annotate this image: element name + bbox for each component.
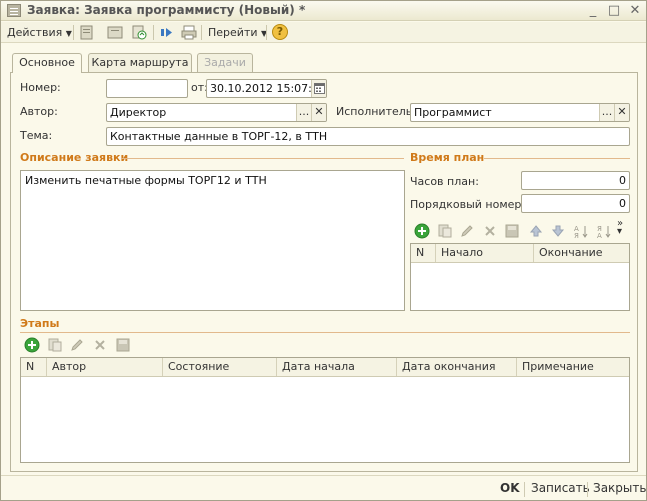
minimize-button[interactable]: _ [585,3,601,18]
stage-delete-icon[interactable] [92,337,108,353]
topic-field[interactable]: Контактные данные в ТОРГ-12, в ТТН [106,127,630,146]
calendar-icon[interactable] [311,80,326,97]
column-header-n[interactable]: N [411,244,436,262]
executor-field[interactable]: Программист ... ✕ [410,103,630,122]
post-document-icon[interactable] [79,25,95,40]
order-number-label: Порядковый номер: [410,198,526,211]
chevron-down-icon: ▼ [65,29,72,38]
toolbar-divider [201,25,202,40]
author-field[interactable]: Директор ... ✕ [106,103,327,122]
column-header-start[interactable]: Начало [436,244,534,262]
column-header-n[interactable]: N [21,358,47,376]
stage-copy-icon[interactable] [47,337,63,353]
order-number-field[interactable]: 0 [521,194,630,213]
date-value: 30.10.2012 15:07:33 [210,82,326,95]
executor-clear-icon[interactable]: ✕ [614,104,629,121]
window-title: Заявка: Заявка программисту (Новый) * [27,3,306,17]
close-window-button[interactable]: ✕ [627,3,643,18]
footer-divider [587,482,588,497]
copy-icon[interactable] [437,223,453,239]
section-divider [484,158,630,159]
stage-add-icon[interactable] [24,337,40,353]
description-textarea[interactable]: Изменить печатные формы ТОРГ12 и ТТН [20,170,405,311]
maximize-button[interactable]: □ [606,3,622,18]
column-header-state[interactable]: Состояние [163,358,277,376]
time-plan-section-title: Время план [410,151,485,164]
close-button[interactable]: Закрыть [593,481,646,495]
sort-ascending-icon[interactable]: AЯ [573,223,589,239]
column-header-start-date[interactable]: Дата начала [277,358,397,376]
tab-main[interactable]: Основное [12,53,82,73]
author-value: Директор [110,106,167,119]
toolbar-divider [266,25,267,40]
go-forward-icon[interactable] [159,25,175,40]
toolbar-divider [153,25,154,40]
section-divider [20,332,630,333]
author-select-button[interactable]: ... [296,104,311,121]
column-header-author[interactable]: Автор [47,358,163,376]
print-icon[interactable] [181,25,197,40]
stage-save-icon[interactable] [115,337,131,353]
stages-table-header: N Автор Состояние Дата начала Дата оконч… [21,358,629,377]
svg-text:Я: Я [574,232,579,239]
stage-edit-icon[interactable] [69,337,85,353]
help-icon[interactable]: ? [272,24,288,40]
date-field[interactable]: 30.10.2012 15:07:33 [206,79,327,98]
stages-section-title: Этапы [20,317,60,330]
document-icon [7,4,21,17]
column-header-end[interactable]: Окончание [534,244,629,262]
section-divider [121,158,404,159]
toolbar-divider [73,25,74,40]
delete-icon[interactable] [482,223,498,239]
save-button[interactable]: Записать [531,481,590,495]
move-down-icon[interactable] [550,223,566,239]
more-icon[interactable]: » ▾ [617,219,623,237]
svg-text:A: A [597,232,602,239]
hours-plan-field[interactable]: 0 [521,171,630,190]
title-bar: Заявка: Заявка программисту (Новый) * _ … [1,1,646,21]
tab-tasks[interactable]: Задачи [197,53,253,72]
request-window: Заявка: Заявка программисту (Новый) * _ … [0,0,647,501]
main-tab-panel: Номер: от: 30.10.2012 15:07:33 Автор: Ди… [10,72,638,472]
goto-label: Перейти [208,26,258,39]
description-section-title: Описание заявки [20,151,129,164]
toolbar: Действия ▼ Перейти ▼ ? [1,22,646,43]
ok-button[interactable]: OK [500,481,520,495]
refresh-document-icon[interactable] [131,25,147,40]
topic-label: Тема: [20,129,53,142]
add-icon[interactable] [414,223,430,239]
executor-select-button[interactable]: ... [599,104,614,121]
unpost-document-icon[interactable] [107,25,123,40]
edit-icon[interactable] [459,223,475,239]
author-clear-icon[interactable]: ✕ [311,104,326,121]
executor-label: Исполнитель: [336,105,416,118]
actions-menu[interactable]: Действия ▼ [7,24,72,41]
stages-table[interactable]: N Автор Состояние Дата начала Дата оконч… [20,357,630,463]
executor-value: Программист [414,106,492,119]
sort-descending-icon[interactable]: ЯA [596,223,612,239]
column-header-note[interactable]: Примечание [517,358,629,376]
time-plan-table[interactable]: N Начало Окончание [410,243,630,311]
goto-menu[interactable]: Перейти ▼ [208,24,267,41]
save-row-icon[interactable] [504,223,520,239]
actions-label: Действия [7,26,63,39]
author-label: Автор: [20,105,58,118]
number-label: Номер: [20,81,61,94]
move-up-icon[interactable] [528,223,544,239]
tab-route-map[interactable]: Карта маршрута [88,53,192,72]
time-plan-table-header: N Начало Окончание [411,244,629,263]
number-field[interactable] [106,79,188,98]
hours-plan-label: Часов план: [410,175,479,188]
footer-bar: OK Записать Закрыть [1,475,646,500]
footer-divider [524,482,525,497]
column-header-end-date[interactable]: Дата окончания [397,358,517,376]
